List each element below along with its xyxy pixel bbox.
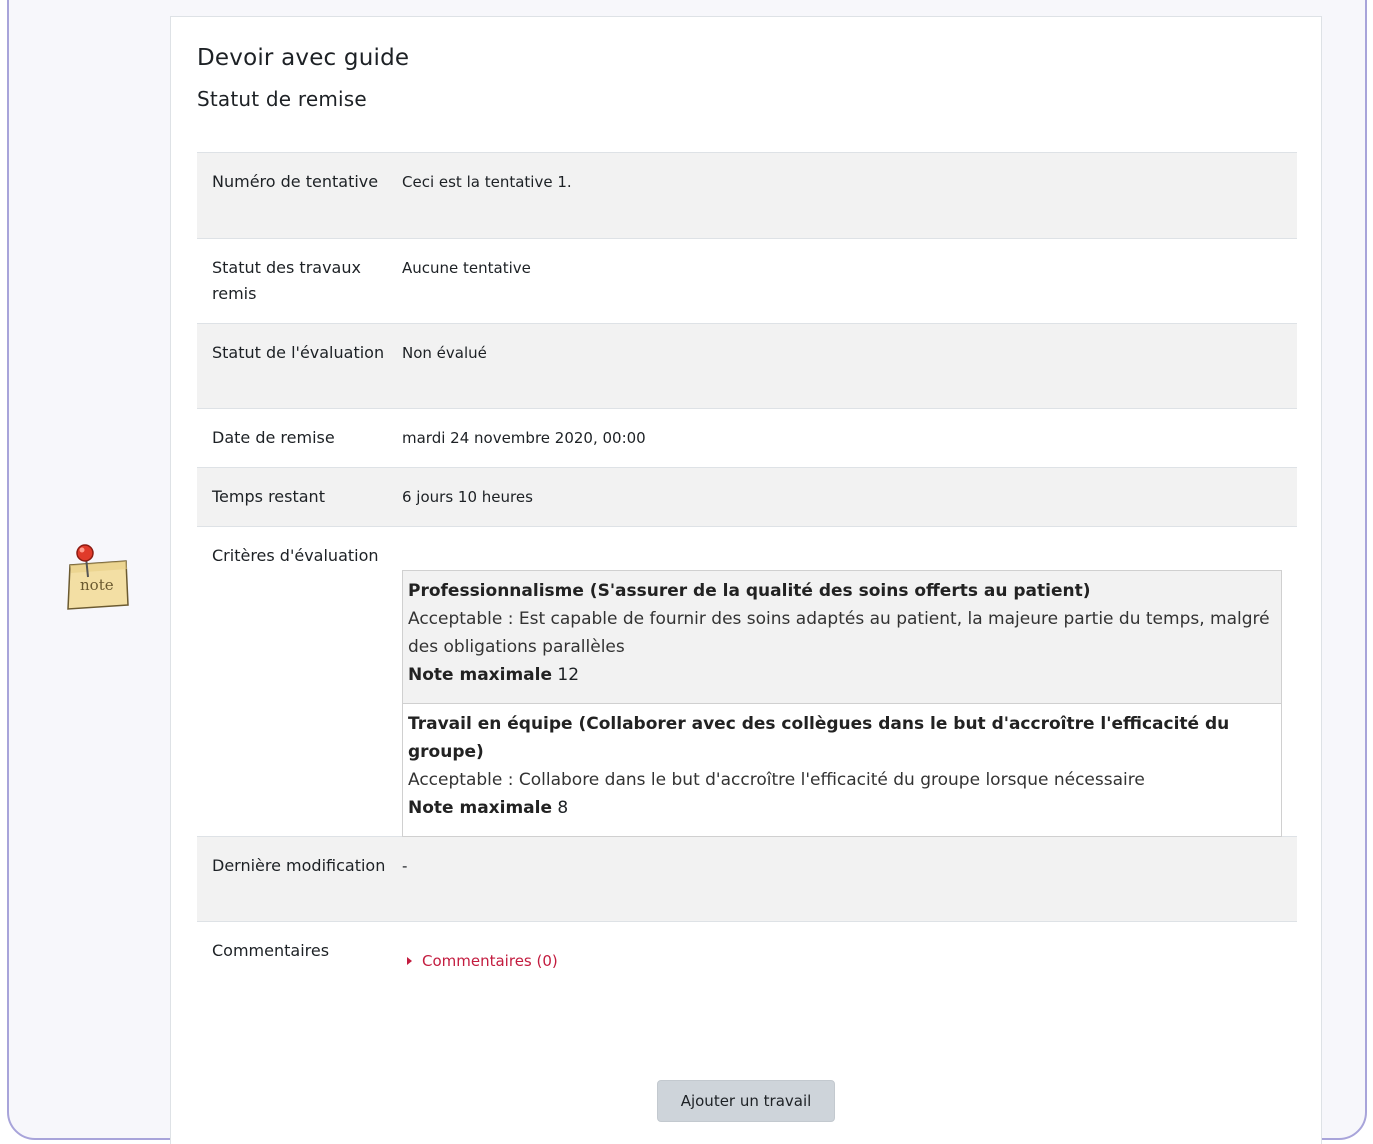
due-date-value: mardi 24 novembre 2020, 00:00 xyxy=(402,429,646,447)
comments-link-label: Commentaires (0) xyxy=(422,952,558,970)
submission-status-panel: Devoir avec guide Statut de remise Numér… xyxy=(170,16,1322,1144)
criterion-title: Professionnalisme (S'assurer de la quali… xyxy=(408,581,1091,601)
attempt-value: Ceci est la tentative 1. xyxy=(402,173,572,191)
criterion-max-score: Note maximale 8 xyxy=(408,794,1276,822)
row-last-modified: Dernière modification - xyxy=(197,836,1297,921)
criteria-label: Critères d'évaluation xyxy=(212,546,379,565)
criterion-description: Acceptable : Collabore dans le but d'acc… xyxy=(408,770,1145,790)
criterion-description: Acceptable : Est capable de fournir des … xyxy=(408,609,1270,657)
criterion-title: Travail en équipe (Collaborer avec des c… xyxy=(408,714,1230,762)
triangle-right-icon xyxy=(407,957,412,965)
comments-value: Commentaires (0) xyxy=(387,922,1297,1011)
row-attempt: Numéro de tentative Ceci est la tentativ… xyxy=(197,152,1297,238)
row-criteria: Critères d'évaluation Professionnalisme … xyxy=(197,526,1297,837)
criterion-max-score: Note maximale 12 xyxy=(408,661,1276,689)
grading-status-label: Statut de l'évaluation xyxy=(212,343,385,362)
comments-label: Commentaires xyxy=(212,941,330,960)
last-modified-label: Dernière modification xyxy=(212,856,386,875)
criteria-value: Professionnalisme (S'assurer de la quali… xyxy=(387,527,1297,837)
max-score-value: 8 xyxy=(557,798,569,818)
note-icon: note xyxy=(66,543,130,613)
assignment-title: Devoir avec guide xyxy=(197,45,410,71)
attempt-label: Numéro de tentative xyxy=(212,172,379,191)
max-score-label: Note maximale xyxy=(408,665,553,685)
grading-status-value: Non évalué xyxy=(402,344,487,362)
comments-toggle-link[interactable]: Commentaires (0) xyxy=(407,948,558,974)
max-score-value: 12 xyxy=(557,665,580,685)
time-remaining-value: 6 jours 10 heures xyxy=(402,488,533,506)
section-title: Statut de remise xyxy=(197,87,367,111)
add-submission-button[interactable]: Ajouter un travail xyxy=(657,1080,835,1122)
row-grading-status: Statut de l'évaluation Non évalué xyxy=(197,323,1297,408)
criterion-item: Travail en équipe (Collaborer avec des c… xyxy=(403,704,1281,836)
criteria-box: Professionnalisme (S'assurer de la quali… xyxy=(402,570,1282,837)
status-table: Numéro de tentative Ceci est la tentativ… xyxy=(197,152,1297,1011)
row-due-date: Date de remise mardi 24 novembre 2020, 0… xyxy=(197,408,1297,467)
row-submission-status: Statut des travaux remis Aucune tentativ… xyxy=(197,238,1297,323)
svg-text:note: note xyxy=(80,576,114,594)
submission-status-label: Statut des travaux remis xyxy=(212,258,361,303)
submission-status-value: Aucune tentative xyxy=(402,259,531,277)
row-comments: Commentaires Commentaires (0) xyxy=(197,921,1297,1011)
last-modified-value: - xyxy=(402,857,408,875)
criterion-item: Professionnalisme (S'assurer de la quali… xyxy=(403,571,1281,704)
due-date-label: Date de remise xyxy=(212,428,335,447)
max-score-label: Note maximale xyxy=(408,798,553,818)
time-remaining-label: Temps restant xyxy=(212,487,325,506)
row-time-remaining: Temps restant 6 jours 10 heures xyxy=(197,467,1297,526)
